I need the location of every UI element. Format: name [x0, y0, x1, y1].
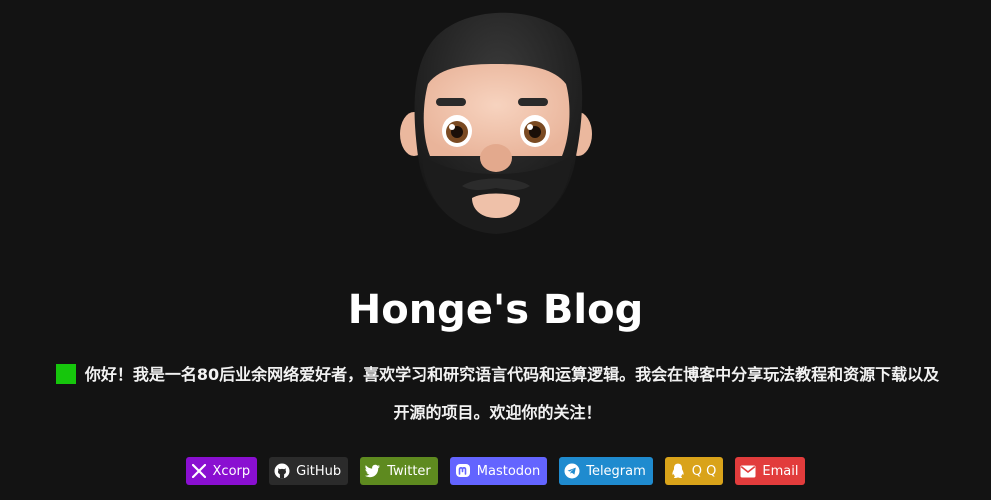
bearded-man-emoji-icon: [400, 12, 592, 234]
social-label: Telegram: [586, 463, 646, 479]
social-link-twitter[interactable]: Twitter: [360, 457, 438, 485]
site-title: Honge's Blog: [347, 287, 644, 333]
social-label: Twitter: [387, 463, 431, 479]
social-link-xcorp[interactable]: Xcorp: [185, 457, 258, 485]
mastodon-icon: [455, 463, 471, 479]
social-label: Q Q: [691, 463, 717, 479]
social-link-github[interactable]: GitHub: [269, 457, 349, 485]
social-link-telegram[interactable]: Telegram: [559, 457, 653, 485]
qq-penguin-icon: [670, 463, 686, 479]
telegram-icon: [564, 463, 580, 479]
green-square-icon: [55, 364, 76, 384]
social-links: Xcorp GitHub Twitter Mastodon Telegram Q…: [0, 457, 991, 485]
avatar: [400, 6, 592, 236]
twitter-bird-icon: [365, 463, 381, 479]
intro-text: 你好！我是一名80后业余网络爱好者，喜欢学习和研究语言代码和运算逻辑。我会在博客…: [84, 365, 940, 422]
social-label: Email: [762, 463, 799, 479]
social-label: GitHub: [296, 463, 342, 479]
social-link-mastodon[interactable]: Mastodon: [449, 457, 548, 485]
social-label: Mastodon: [476, 463, 541, 479]
social-label: Xcorp: [212, 463, 251, 479]
social-link-qq[interactable]: Q Q: [664, 457, 724, 485]
intro-text-block: 你好！我是一名80后业余网络爱好者，喜欢学习和研究语言代码和运算逻辑。我会在博客…: [55, 356, 940, 432]
github-icon: [274, 463, 290, 479]
x-icon: [191, 463, 207, 479]
envelope-icon: [740, 463, 756, 479]
social-link-email[interactable]: Email: [735, 457, 806, 485]
